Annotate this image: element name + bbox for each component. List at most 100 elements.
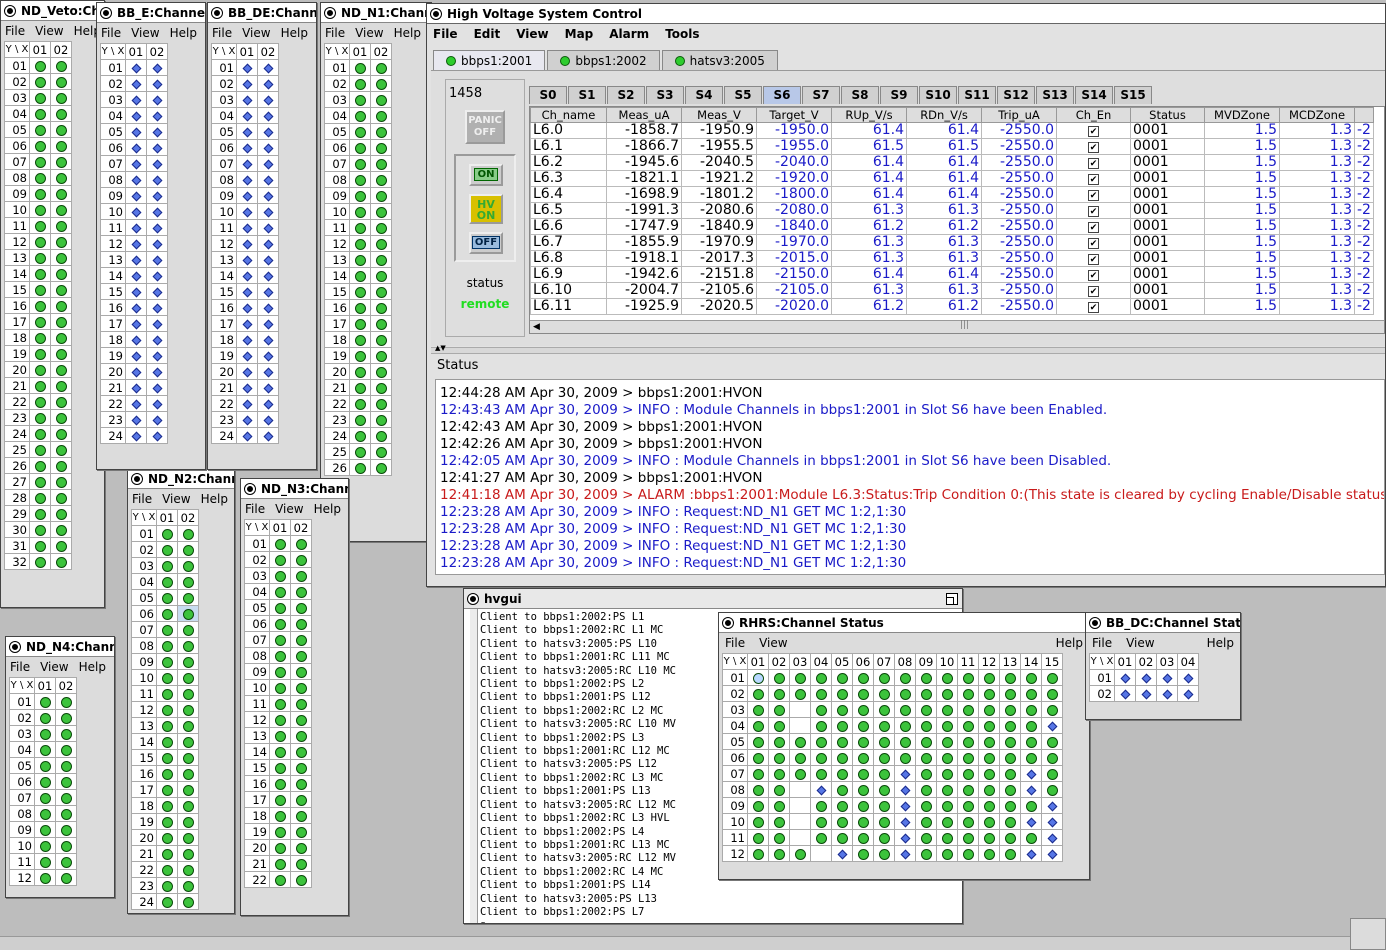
- channel-cell[interactable]: [125, 251, 147, 268]
- channel-cell[interactable]: [269, 695, 291, 712]
- channel-cell[interactable]: [370, 283, 392, 300]
- channel-cell[interactable]: [29, 505, 51, 522]
- channel-cell[interactable]: [873, 781, 895, 798]
- channel-cell[interactable]: [236, 251, 258, 268]
- channel-cell[interactable]: [146, 347, 168, 364]
- channel-cell[interactable]: [1020, 829, 1042, 846]
- channel-cell[interactable]: [1135, 669, 1157, 686]
- channel-cell[interactable]: [156, 813, 178, 830]
- slot-tab[interactable]: S10: [919, 86, 957, 104]
- channel-cell[interactable]: [156, 893, 178, 910]
- channel-cell[interactable]: [873, 813, 895, 830]
- channel-cell[interactable]: [29, 153, 51, 170]
- channel-cell[interactable]: [290, 599, 312, 616]
- channel-cell[interactable]: [936, 765, 958, 782]
- channel-cell[interactable]: [146, 91, 168, 108]
- channel-cell[interactable]: [1020, 685, 1042, 702]
- channel-cell[interactable]: [1041, 749, 1063, 766]
- channel-cell[interactable]: [156, 829, 178, 846]
- channel-cell[interactable]: [852, 765, 874, 782]
- channel-cell[interactable]: [810, 669, 832, 686]
- channel-cell[interactable]: [831, 765, 853, 782]
- channel-cell[interactable]: [831, 749, 853, 766]
- channel-cell[interactable]: [257, 379, 279, 396]
- channel-cell[interactable]: [236, 347, 258, 364]
- channel-cell[interactable]: [1020, 781, 1042, 798]
- channel-cell[interactable]: [146, 251, 168, 268]
- channel-cell[interactable]: [978, 685, 1000, 702]
- channel-cell[interactable]: [290, 807, 312, 824]
- channel-cell[interactable]: [29, 185, 51, 202]
- channel-cell[interactable]: [1135, 685, 1157, 702]
- channel-cell[interactable]: [125, 139, 147, 156]
- table-row[interactable]: L6.6 -1747.9 -1840.9 -1840.0 61.2 61.2 -2550.0…: [530, 218, 1374, 235]
- channel-cell[interactable]: [146, 203, 168, 220]
- channel-cell[interactable]: [936, 685, 958, 702]
- status-log[interactable]: 12:44:28 AM Apr 30, 2009 > bbps1:2001:HV…: [435, 379, 1385, 575]
- menu-view[interactable]: View: [516, 27, 548, 41]
- menu-alarm[interactable]: Alarm: [609, 27, 649, 41]
- channel-cell[interactable]: [50, 425, 72, 442]
- channel-cell[interactable]: [290, 855, 312, 872]
- channel-cell[interactable]: [831, 717, 853, 734]
- console-output[interactable]: Client to bbps1:2002:PS L1 Client to bbps…: [480, 611, 676, 923]
- channel-cell[interactable]: [1041, 845, 1063, 862]
- channel-enable-checkbox[interactable]: ✔: [1088, 174, 1099, 185]
- channel-cell[interactable]: [269, 583, 291, 600]
- channel-cell[interactable]: [873, 829, 895, 846]
- channel-cell[interactable]: [290, 647, 312, 664]
- channel-cell[interactable]: [852, 781, 874, 798]
- channel-cell[interactable]: [1020, 733, 1042, 750]
- slot-tab[interactable]: S14: [1075, 86, 1113, 104]
- channel-cell[interactable]: [236, 427, 258, 444]
- table-row[interactable]: L6.11 -1925.9 -2020.5 -2020.0 61.2 61.2 -2550.…: [530, 298, 1374, 315]
- channel-cell[interactable]: [269, 647, 291, 664]
- channel-cell[interactable]: [29, 265, 51, 282]
- channel-cell[interactable]: [269, 823, 291, 840]
- slot-tab[interactable]: S12: [997, 86, 1035, 104]
- menu-file[interactable]: File: [1092, 636, 1112, 650]
- channel-cell[interactable]: [146, 283, 168, 300]
- channel-cell[interactable]: [257, 139, 279, 156]
- channel-cell[interactable]: [146, 187, 168, 204]
- channel-cell[interactable]: [50, 345, 72, 362]
- table-cell[interactable]: ✔: [1056, 282, 1131, 299]
- channel-cell[interactable]: [55, 805, 77, 822]
- channel-cell[interactable]: [50, 153, 72, 170]
- table-cell[interactable]: ✔: [1056, 266, 1131, 283]
- channel-cell[interactable]: [810, 685, 832, 702]
- channel-cell[interactable]: [1020, 765, 1042, 782]
- channel-cell[interactable]: [29, 441, 51, 458]
- channel-cell[interactable]: [957, 829, 979, 846]
- channel-cell[interactable]: [125, 315, 147, 332]
- channel-cell[interactable]: [125, 107, 147, 124]
- channel-cell[interactable]: [125, 331, 147, 348]
- channel-cell[interactable]: [290, 679, 312, 696]
- channel-cell[interactable]: [349, 267, 371, 284]
- menu-view[interactable]: View: [131, 26, 159, 40]
- channel-cell[interactable]: [915, 733, 937, 750]
- channel-cell[interactable]: [290, 695, 312, 712]
- channel-cell[interactable]: [290, 775, 312, 792]
- channel-cell[interactable]: [852, 685, 874, 702]
- channel-cell[interactable]: [978, 797, 1000, 814]
- channel-cell[interactable]: [747, 829, 769, 846]
- title-bar[interactable]: BB_E:Channel Status: [97, 3, 205, 23]
- channel-cell[interactable]: [370, 331, 392, 348]
- channel-cell[interactable]: [768, 813, 790, 830]
- channel-cell[interactable]: [34, 789, 56, 806]
- channel-cell[interactable]: [156, 525, 178, 542]
- channel-cell[interactable]: [768, 845, 790, 862]
- slot-tab[interactable]: S8: [841, 86, 879, 104]
- channel-cell[interactable]: [50, 409, 72, 426]
- slot-tab[interactable]: S1: [568, 86, 606, 104]
- slot-tab[interactable]: S4: [685, 86, 723, 104]
- column-header[interactable]: Ch_name: [530, 107, 607, 123]
- channel-cell[interactable]: [873, 765, 895, 782]
- slot-tab[interactable]: S0: [529, 86, 567, 104]
- channel-cell[interactable]: [1041, 733, 1063, 750]
- channel-cell[interactable]: [810, 733, 832, 750]
- channel-cell[interactable]: [34, 693, 56, 710]
- channel-cell[interactable]: [1020, 717, 1042, 734]
- channel-cell[interactable]: [29, 73, 51, 90]
